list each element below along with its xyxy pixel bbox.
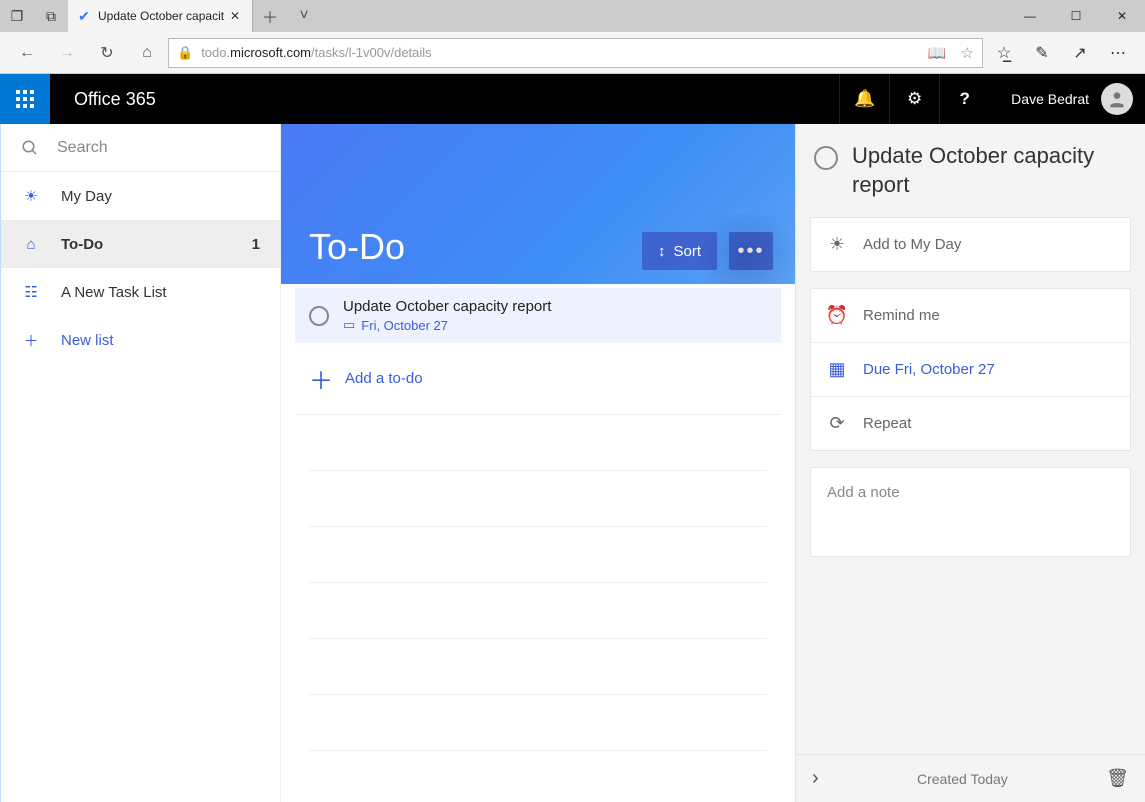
avatar: [1101, 83, 1133, 115]
search-placeholder: Search: [57, 139, 108, 157]
favorite-star-icon[interactable]: ☆: [961, 44, 974, 62]
tabs-aside-icon[interactable]: ❐: [0, 0, 34, 32]
empty-row: [309, 415, 767, 471]
favorites-list-icon[interactable]: ☆̲: [985, 34, 1023, 72]
window-minimize-button[interactable]: —: [1007, 0, 1053, 32]
list-title: To-Do: [309, 226, 405, 268]
sun-icon: ☀: [827, 234, 847, 255]
browser-tab[interactable]: ✔ Update October capacit ✕: [68, 0, 253, 32]
detail-card-schedule: ⏰ Remind me ▦ Due Fri, October 27 ⟳ Repe…: [810, 288, 1131, 451]
alarm-icon: ⏰: [827, 305, 847, 326]
empty-row: [309, 527, 767, 583]
tab-dropdown-icon[interactable]: ˅: [287, 0, 321, 32]
sun-icon: ☀: [21, 187, 41, 205]
tabs-preview-icon[interactable]: ⧉: [34, 0, 68, 32]
favicon-check-icon: ✔: [76, 8, 92, 24]
detail-footer: › Created Today 🗑: [796, 754, 1145, 802]
browser-titlebar: ❐ ⧉ ✔ Update October capacit ✕ ＋ ˅ — ☐ ✕: [0, 0, 1145, 32]
home-icon: ⌂: [21, 236, 41, 253]
note-field[interactable]: Add a note: [810, 467, 1131, 557]
user-menu[interactable]: Dave Bedrat: [989, 74, 1145, 124]
calendar-icon: ▦: [827, 359, 847, 380]
list-more-button[interactable]: •••: [729, 232, 773, 270]
task-row[interactable]: Update October capacity report ▭ Fri, Oc…: [295, 288, 781, 343]
o365-header: Office 365 🔔 ⚙ ? Dave Bedrat: [0, 74, 1145, 124]
task-title: Update October capacity report: [343, 298, 551, 315]
list-icon: ☷: [21, 283, 41, 301]
empty-row: [309, 639, 767, 695]
sidebar-item-todo[interactable]: ⌂ To-Do 1: [1, 220, 280, 268]
created-label: Created Today: [819, 771, 1106, 787]
tab-close-icon[interactable]: ✕: [230, 9, 240, 23]
app-body: Search ☀ My Day ⌂ To-Do 1 ☷ A New Task L…: [0, 124, 1145, 802]
new-list-label: New list: [61, 332, 114, 349]
detail-title[interactable]: Update October capacity report: [852, 142, 1123, 199]
plus-icon: ＋: [309, 361, 329, 396]
sidebar-item-label: To-Do: [61, 236, 103, 253]
sidebar-item-custom-list[interactable]: ☷ A New Task List: [1, 268, 280, 316]
user-name: Dave Bedrat: [1011, 91, 1089, 107]
settings-button[interactable]: ⚙: [889, 74, 939, 124]
address-box[interactable]: 🔒 todo.microsoft.com/tasks/l-1v00v/detai…: [168, 38, 983, 68]
collapse-panel-button[interactable]: ›: [812, 767, 819, 790]
sort-label: Sort: [673, 243, 701, 260]
notifications-button[interactable]: 🔔: [839, 74, 889, 124]
tab-title: Update October capacit: [98, 9, 224, 23]
repeat-button[interactable]: ⟳ Repeat: [811, 396, 1130, 450]
lock-icon: 🔒: [177, 45, 193, 61]
repeat-icon: ⟳: [827, 413, 847, 434]
more-icon[interactable]: ⋯: [1099, 34, 1137, 72]
sidebar-item-label: A New Task List: [61, 284, 167, 301]
remind-me-button[interactable]: ⏰ Remind me: [811, 289, 1130, 342]
help-button[interactable]: ?: [939, 74, 989, 124]
sidebar-badge: 1: [252, 236, 260, 253]
sort-icon: ↕: [658, 243, 666, 260]
nav-forward-button: →: [48, 34, 86, 72]
window-close-button[interactable]: ✕: [1099, 0, 1145, 32]
list-hero: To-Do ↕ Sort •••: [281, 124, 795, 284]
sidebar-item-label: My Day: [61, 188, 112, 205]
add-task-row[interactable]: ＋ Add a to-do: [295, 343, 781, 415]
nav-refresh-button[interactable]: ↻: [88, 34, 126, 72]
task-due: ▭ Fri, October 27: [343, 317, 551, 333]
sidebar-item-my-day[interactable]: ☀ My Day: [1, 172, 280, 220]
nav-home-button[interactable]: ⌂: [128, 34, 166, 72]
browser-address-bar: ← → ↻ ⌂ 🔒 todo.microsoft.com/tasks/l-1v0…: [0, 32, 1145, 74]
share-icon[interactable]: ↗: [1061, 34, 1099, 72]
search-icon: [21, 139, 39, 157]
detail-card-myday: ☀ Add to My Day: [810, 217, 1131, 272]
notes-icon[interactable]: ✎: [1023, 34, 1061, 72]
detail-panel: Update October capacity report ☀ Add to …: [795, 124, 1145, 802]
app-launcher-button[interactable]: [0, 74, 50, 124]
url-text: todo.microsoft.com/tasks/l-1v00v/details: [201, 45, 914, 60]
main-column: To-Do ↕ Sort ••• Update October capacity…: [281, 124, 795, 802]
empty-row: [309, 583, 767, 639]
new-list-button[interactable]: ＋ New list: [1, 316, 280, 364]
detail-complete-toggle[interactable]: [814, 146, 838, 170]
reading-view-icon[interactable]: 📖: [928, 44, 947, 62]
window-maximize-button[interactable]: ☐: [1053, 0, 1099, 32]
delete-task-button[interactable]: 🗑: [1106, 768, 1129, 789]
brand-label: Office 365: [50, 74, 839, 124]
add-task-label: Add a to-do: [345, 370, 423, 387]
note-placeholder: Add a note: [827, 484, 900, 501]
new-tab-button[interactable]: ＋: [253, 0, 287, 32]
calendar-icon: ▭: [343, 317, 355, 333]
ellipsis-icon: •••: [737, 240, 764, 263]
search-row[interactable]: Search: [1, 124, 280, 172]
sidebar: Search ☀ My Day ⌂ To-Do 1 ☷ A New Task L…: [1, 124, 281, 802]
plus-icon: ＋: [21, 330, 41, 351]
nav-back-button[interactable]: ←: [8, 34, 46, 72]
due-date-button[interactable]: ▦ Due Fri, October 27: [811, 342, 1130, 396]
task-list: Update October capacity report ▭ Fri, Oc…: [281, 284, 795, 751]
sort-button[interactable]: ↕ Sort: [642, 232, 717, 270]
empty-row: [309, 471, 767, 527]
empty-row: [309, 695, 767, 751]
waffle-icon: [16, 90, 34, 108]
add-to-my-day-button[interactable]: ☀ Add to My Day: [811, 218, 1130, 271]
task-complete-toggle[interactable]: [309, 306, 329, 326]
detail-header: Update October capacity report: [796, 124, 1145, 209]
